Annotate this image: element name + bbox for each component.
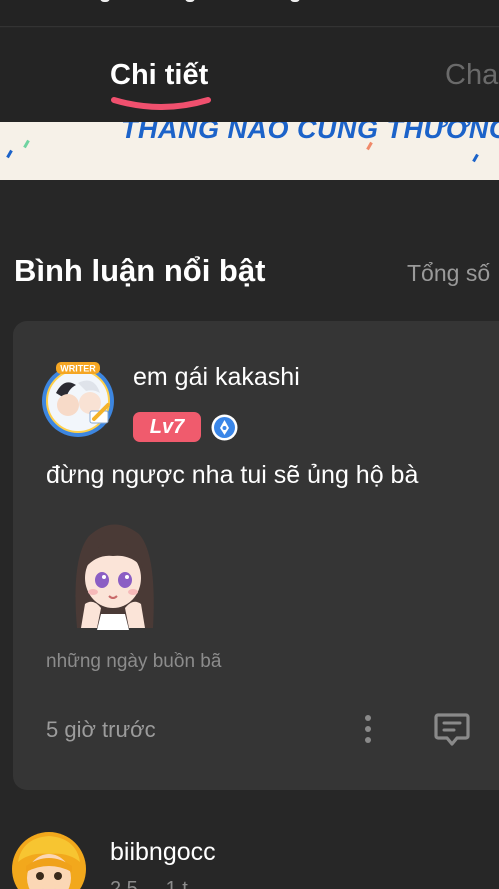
comment-username[interactable]: em gái kakashi [133,363,300,392]
level-badge: Lv7 [133,412,201,442]
sticker-image [75,524,154,630]
avatar[interactable] [12,832,86,889]
avatar[interactable]: WRITER [38,359,118,439]
tab-bar: Chi tiết Cha [0,28,499,122]
svg-text:WRITER: WRITER [60,364,96,374]
confetti-decoration [472,153,479,163]
comment-time: 5 giờ trước [46,717,156,742]
banner-text: THÁNG NÀO CŨNG THƯỞNG [121,122,499,144]
confetti-decoration [23,139,30,149]
comment-meta: 2.5 ... 1 t... [110,878,205,889]
top-bar [0,0,499,27]
section-title: Bình luận nổi bật [14,253,266,288]
sticker-caption: những ngày buồn bã [46,651,222,672]
confetti-decoration [6,149,13,159]
comment-card: WRITER em gái kakashi Lv7 đừng ngược nha… [13,321,499,790]
tab-chapters[interactable]: Cha [445,59,498,92]
tab-details[interactable]: Chi tiết [110,59,208,92]
total-comments-link[interactable]: Tổng số [407,260,490,287]
verified-icon [211,414,238,441]
promo-banner[interactable]: THÁNG NÀO CŨNG THƯỞNG [0,122,499,180]
tab-active-indicator [111,97,211,110]
reply-icon[interactable] [433,710,471,748]
featured-comments-header: Bình luận nổi bật Tổng số [0,180,499,321]
comment-text: đừng ngược nha tui sẽ ủng hộ bà [46,461,419,489]
comment-username[interactable]: biibngocc [110,838,216,867]
more-vertical-icon[interactable] [361,713,375,745]
